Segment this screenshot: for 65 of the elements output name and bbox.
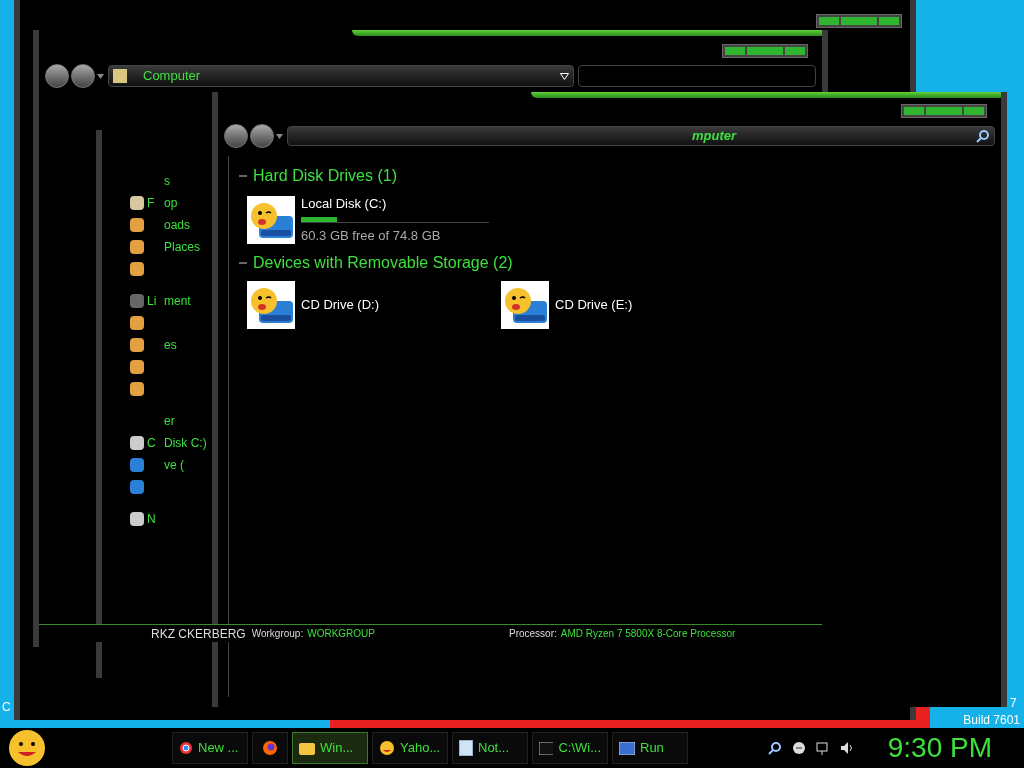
drive-tile[interactable]: CD Drive (E:) — [501, 281, 755, 329]
free-space-text: 60.3 GB free of 74.8 GB — [301, 226, 442, 245]
window-controls[interactable] — [816, 14, 902, 28]
nav-item-text[interactable]: ve ( — [164, 456, 184, 474]
workgroup-label: Workgroup: — [251, 627, 304, 641]
nav-item-text[interactable]: er — [164, 412, 175, 430]
taskbar-button[interactable]: C:\Wi... — [532, 732, 608, 764]
window-controls[interactable] — [722, 44, 808, 58]
build-text: Build 7601 — [963, 712, 1020, 729]
drive-name: Local Disk (C:) — [301, 195, 388, 213]
taskbar-button[interactable] — [252, 732, 288, 764]
workgroup-value: WORKGROUP — [307, 627, 375, 641]
nav-item-text[interactable]: oads — [164, 216, 191, 234]
dropdown-caret-icon[interactable] — [97, 73, 104, 79]
computer-name: RKZ CKERBERG — [151, 625, 246, 643]
processor-value: AMD Ryzen 7 5800X 8-Core Processor — [560, 627, 736, 641]
taskbar-button[interactable]: Win... — [292, 732, 368, 764]
forward-button[interactable] — [250, 124, 274, 148]
search-field[interactable] — [578, 65, 816, 87]
nav-item-text[interactable]: Places — [164, 238, 201, 256]
nav-item-text[interactable]: Disk C:) — [164, 434, 207, 452]
nav-item-text[interactable]: N — [147, 510, 161, 528]
browser-icon — [262, 740, 278, 756]
smiley-drive-icon — [247, 281, 295, 329]
address-bar[interactable]: Computer — [108, 65, 574, 87]
dropdown-caret-icon[interactable] — [560, 72, 569, 80]
drive-tile[interactable]: CD Drive (D:) — [247, 281, 501, 329]
address-text: Computer — [143, 67, 202, 86]
smiley-drive-icon — [247, 195, 295, 244]
group-header[interactable]: Devices with Removable Storage (2) — [253, 251, 513, 275]
desktop-text: 7 — [1010, 695, 1017, 712]
search-icon[interactable] — [767, 741, 782, 755]
taskbar-button[interactable]: Run — [612, 732, 688, 764]
browser-icon — [179, 741, 193, 755]
volume-icon[interactable] — [839, 741, 854, 755]
taskbar-button[interactable]: Not... — [452, 732, 528, 764]
clock[interactable]: 9:30 PM — [887, 727, 992, 768]
group-header[interactable]: Hard Disk Drives (1) — [253, 164, 397, 188]
nav-item-text[interactable]: C — [147, 434, 161, 452]
nav-item-text[interactable]: es — [164, 336, 177, 354]
nav-item-text[interactable]: Li — [147, 292, 161, 310]
notepad-icon — [459, 740, 473, 756]
forward-button[interactable] — [71, 64, 95, 88]
address-text: mputer — [692, 127, 738, 146]
search-icon[interactable] — [976, 129, 990, 143]
taskbar-button[interactable]: Yaho... — [372, 732, 448, 764]
smiley-icon — [379, 740, 395, 756]
nav-item-text[interactable]: op — [164, 194, 178, 212]
console-icon — [539, 741, 554, 755]
drive-name: CD Drive (E:) — [555, 296, 633, 315]
nav-item-text[interactable]: ment — [164, 292, 191, 310]
back-button[interactable] — [45, 64, 69, 88]
address-bar[interactable]: mputer — [287, 126, 995, 146]
taskbar-button[interactable]: New ... — [172, 732, 248, 764]
window-controls[interactable] — [901, 104, 987, 118]
processor-label: Processor: — [509, 627, 557, 641]
nav-item-text[interactable]: s — [164, 172, 170, 190]
desktop-text: C — [2, 699, 11, 716]
smiley-drive-icon — [501, 281, 549, 329]
dropdown-caret-icon[interactable] — [276, 133, 283, 139]
back-button[interactable] — [224, 124, 248, 148]
drive-tile[interactable]: Local Disk (C:) 60.3 GB free of 74.8 GB — [247, 194, 501, 245]
drive-name: CD Drive (D:) — [301, 296, 379, 315]
start-button[interactable] — [8, 729, 46, 767]
nav-item-text[interactable]: F — [147, 194, 161, 212]
